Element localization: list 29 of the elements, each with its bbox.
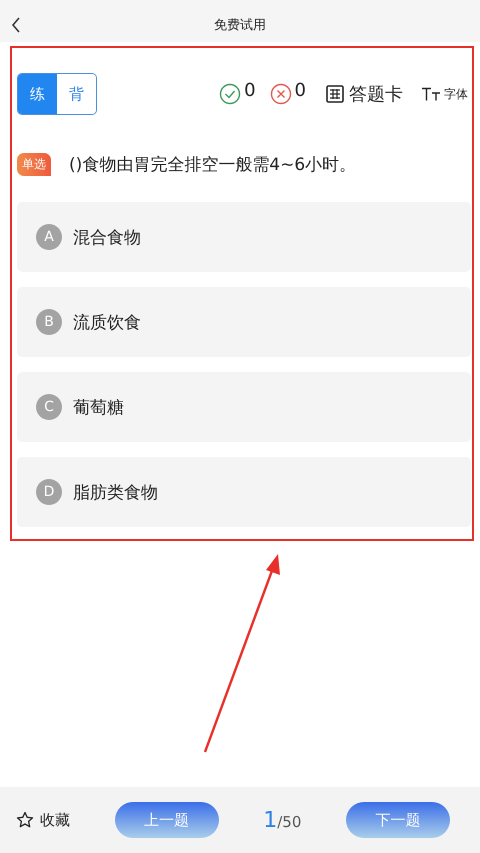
option-text: 流质饮食 bbox=[73, 312, 141, 334]
option-letter: C bbox=[36, 394, 62, 420]
favorite-button[interactable]: 收藏 bbox=[16, 810, 70, 830]
wrong-count: 0 bbox=[294, 82, 306, 100]
answer-option[interactable]: C 葡萄糖 bbox=[17, 372, 471, 442]
option-text: 葡萄糖 bbox=[73, 396, 124, 418]
question-text: ()食物由胃完全排空一般需4~6小时。 bbox=[69, 154, 356, 176]
check-icon bbox=[219, 83, 242, 105]
back-icon bbox=[11, 17, 21, 33]
option-letter: A bbox=[36, 224, 62, 250]
page-title: 免费试用 bbox=[214, 17, 266, 34]
correct-count: 0 bbox=[244, 82, 256, 100]
total-count: /50 bbox=[277, 812, 302, 830]
answer-card-button[interactable]: 答题卡 bbox=[326, 82, 403, 106]
star-icon bbox=[16, 811, 34, 829]
mode-tab[interactable]: 练 bbox=[18, 74, 57, 114]
answer-option[interactable]: B 流质饮食 bbox=[17, 287, 471, 357]
option-text: 混合食物 bbox=[73, 226, 141, 248]
question-type-badge: 单选 bbox=[17, 153, 51, 176]
option-text: 脂肪类食物 bbox=[73, 482, 158, 504]
font-size-icon bbox=[421, 87, 441, 101]
option-letter: D bbox=[36, 479, 62, 505]
cross-icon bbox=[270, 83, 292, 105]
option-letter: B bbox=[36, 309, 62, 335]
answer-option[interactable]: D 脂肪类食物 bbox=[17, 457, 471, 527]
font-button[interactable]: 字体 bbox=[421, 86, 468, 102]
current-number: 1 bbox=[263, 808, 278, 832]
answer-option[interactable]: A 混合食物 bbox=[17, 202, 471, 272]
grid-icon bbox=[326, 85, 344, 103]
